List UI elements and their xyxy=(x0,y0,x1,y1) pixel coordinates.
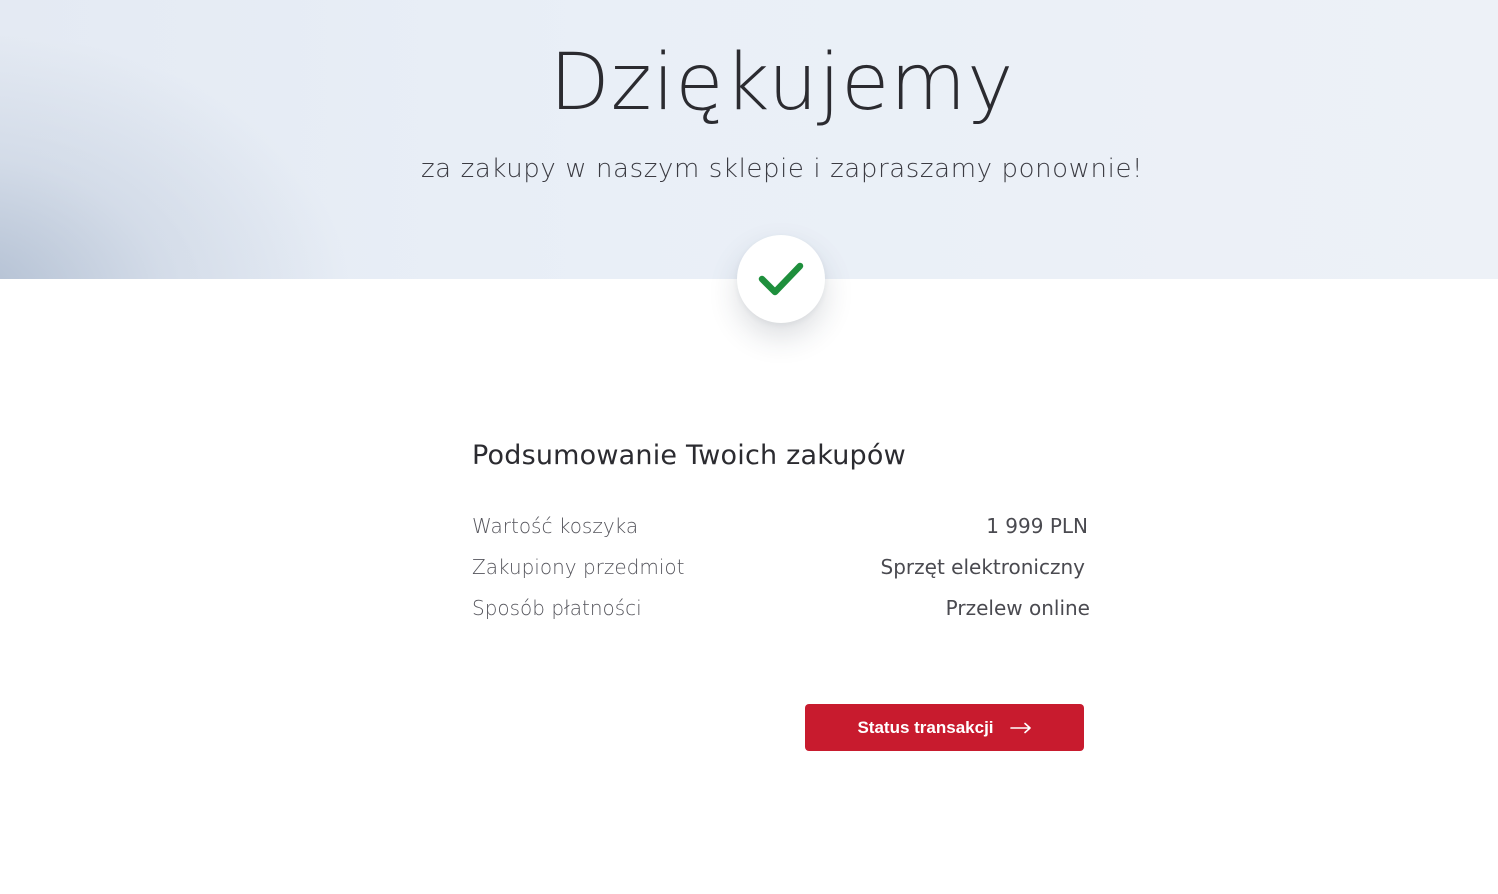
button-label: Status transakcji xyxy=(857,717,994,737)
row-label: Wartość koszyka xyxy=(472,514,639,538)
row-label: Sposób płatności xyxy=(472,596,642,620)
purchase-summary: Podsumowanie Twoich zakupów Wartość kosz… xyxy=(472,440,1092,620)
summary-row-item: Zakupiony przedmiot Sprzęt elektroniczny xyxy=(472,555,1092,585)
success-badge xyxy=(737,235,825,323)
checkmark-icon xyxy=(758,261,804,297)
hero-banner: Dziękujemy za zakupy w naszym sklepie i … xyxy=(0,0,1498,279)
transaction-status-button[interactable]: Status transakcji xyxy=(805,704,1084,751)
summary-row-payment: Sposób płatności Przelew online xyxy=(472,596,1092,626)
row-label: Zakupiony przedmiot xyxy=(472,555,685,579)
arrow-right-icon xyxy=(1009,722,1032,734)
row-value: 1 999 PLN xyxy=(986,514,1088,538)
summary-row-cart-value: Wartość koszyka 1 999 PLN xyxy=(472,514,1092,544)
page-subtitle: za zakupy w naszym sklepie i zapraszamy … xyxy=(420,154,1144,184)
summary-title: Podsumowanie Twoich zakupów xyxy=(472,440,906,471)
row-value: Przelew online xyxy=(945,596,1090,620)
page-title: Dziękujemy xyxy=(549,38,1015,128)
row-value: Sprzęt elektroniczny xyxy=(880,555,1085,579)
